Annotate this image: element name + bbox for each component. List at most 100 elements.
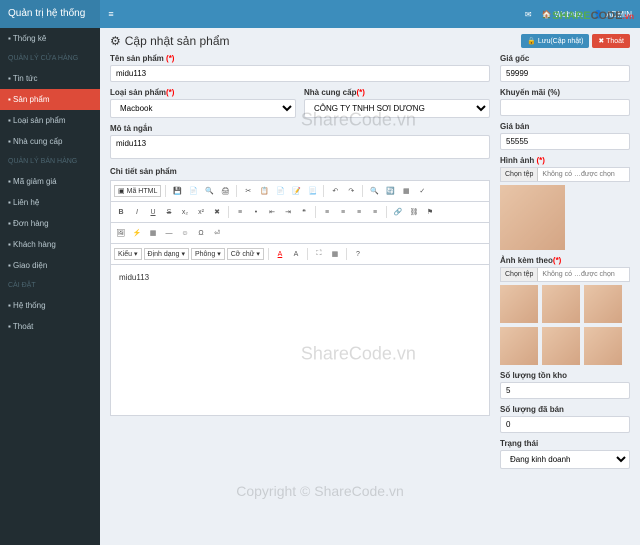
type-label: Loại sản phẩm(*) [110,88,296,97]
sidebar-item[interactable]: ▪ Thống kê [0,28,100,49]
save-button[interactable]: 🔒 Lưu(Cập nhật) [521,34,589,48]
sup-icon[interactable]: x² [194,205,208,219]
type-select[interactable]: Macbook [110,99,296,118]
sidebar-item[interactable]: ▪ Thoát [0,316,100,337]
editor-toolbar-4: Kiểu ▾ Định dạng ▾ Phông ▾ Cỡ chữ ▾ A A … [111,244,489,265]
align-left-icon[interactable]: ≡ [320,205,334,219]
new-icon[interactable]: 📄 [186,184,200,198]
paste-icon[interactable]: 📄 [273,184,287,198]
print-icon[interactable]: 🖨 [218,184,232,198]
source-button[interactable]: ▣ Mã HTML [114,185,161,197]
images-label: Ảnh kèm theo(*) [500,256,630,265]
supplier-select[interactable]: CÔNG TY TNHH SƠI DƯƠNG [304,99,490,118]
sidebar-item[interactable]: ▪ Giao diện [0,255,100,276]
website-link[interactable]: 🏠 Website [542,10,584,19]
mail-icon[interactable]: ✉ [525,10,532,19]
copy-icon[interactable]: 📋 [257,184,271,198]
textcolor-icon[interactable]: A [273,247,287,261]
image-label: Hình ảnh (*) [500,156,630,165]
align-justify-icon[interactable]: ≡ [368,205,382,219]
short-input[interactable]: midu113 [110,135,490,159]
break-icon[interactable]: ⏎ [210,226,224,240]
stock-label: Số lượng tồn kho [500,371,630,380]
redo-icon[interactable]: ↷ [344,184,358,198]
editor-toolbar-3: 🖼 ⚡ ▦ — ☺ Ω ⏎ [111,223,489,244]
status-label: Trạng thái [500,439,630,448]
anchor-icon[interactable]: ⚑ [423,205,437,219]
sidebar-item[interactable]: ▪ Tin tức [0,68,100,89]
file-text-main: Không có …được chọn [538,168,629,181]
status-select[interactable]: Đang kinh doanh [500,450,630,469]
italic-icon[interactable]: I [130,205,144,219]
file-text-extra: Không có …được chọn [538,268,629,281]
bgcolor-icon[interactable]: A [289,247,303,261]
cut-icon[interactable]: ✂ [241,184,255,198]
clear-icon[interactable]: ✖ [210,205,224,219]
ol-icon[interactable]: ≡ [233,205,247,219]
table-icon[interactable]: ▦ [146,226,160,240]
format-select[interactable]: Định dạng ▾ [144,248,189,260]
sold-label: Số lượng đã bán [500,405,630,414]
sidebar-item[interactable]: ▪ Sản phẩm [0,89,100,110]
underline-icon[interactable]: U [146,205,160,219]
detail-label: Chi tiết sản phẩm [110,167,490,176]
quote-icon[interactable]: ❝ [297,205,311,219]
indent-icon[interactable]: ⇥ [281,205,295,219]
outdent-icon[interactable]: ⇤ [265,205,279,219]
strike-icon[interactable]: S [162,205,176,219]
align-center-icon[interactable]: ≡ [336,205,350,219]
menu-toggle[interactable]: ≡ [100,9,122,19]
sidebar-header: CÀI ĐẶT [0,276,100,295]
blocks-icon[interactable]: ▦ [328,247,342,261]
sub-icon[interactable]: x₂ [178,205,192,219]
unlink-icon[interactable]: ⛓ [407,205,421,219]
thumb [584,285,622,323]
undo-icon[interactable]: ↶ [328,184,342,198]
editor-toolbar-1: ▣ Mã HTML 💾 📄 🔍 🖨 ✂ 📋 📄 📝 📃 ↶ [111,181,489,202]
editor-content[interactable]: midu113 [111,265,489,415]
sidebar-item[interactable]: ▪ Nhà cung cấp [0,131,100,152]
replace-icon[interactable]: 🔄 [383,184,397,198]
paste-text-icon[interactable]: 📝 [289,184,303,198]
find-icon[interactable]: 🔍 [367,184,381,198]
sidebar-item[interactable]: ▪ Đơn hàng [0,213,100,234]
image-icon[interactable]: 🖼 [114,226,128,240]
style-select[interactable]: Kiểu ▾ [114,248,142,260]
char-icon[interactable]: Ω [194,226,208,240]
sidebar-item[interactable]: ▪ Khách hàng [0,234,100,255]
price-orig-input[interactable] [500,65,630,82]
sidebar-item[interactable]: ▪ Hệ thống [0,295,100,316]
ul-icon[interactable]: • [249,205,263,219]
help-icon[interactable]: ? [351,247,365,261]
price-sale-input[interactable] [500,133,630,150]
sidebar-header: QUẢN LÝ BÁN HÀNG [0,152,100,171]
flash-icon[interactable]: ⚡ [130,226,144,240]
maximize-icon[interactable]: ⛶ [312,247,326,261]
paste-word-icon[interactable]: 📃 [305,184,319,198]
editor: ▣ Mã HTML 💾 📄 🔍 🖨 ✂ 📋 📄 📝 📃 ↶ [110,180,490,416]
sidebar-item[interactable]: ▪ Mã giảm giá [0,171,100,192]
save-icon[interactable]: 💾 [170,184,184,198]
exit-button[interactable]: ✖ Thoát [592,34,630,48]
select-all-icon[interactable]: ▦ [399,184,413,198]
hr-icon[interactable]: — [162,226,176,240]
name-input[interactable] [110,65,490,82]
align-right-icon[interactable]: ≡ [352,205,366,219]
sidebar-item[interactable]: ▪ Loại sản phẩm [0,110,100,131]
bold-icon[interactable]: B [114,205,128,219]
file-button-main[interactable]: Chọn tệp [501,168,538,181]
size-select[interactable]: Cỡ chữ ▾ [227,248,264,260]
admin-user[interactable]: 👤 ADMIN [593,10,632,19]
preview-icon[interactable]: 🔍 [202,184,216,198]
sidebar-item[interactable]: ▪ Liên hệ [0,192,100,213]
stock-input[interactable] [500,382,630,399]
thumb [584,327,622,365]
sold-input[interactable] [500,416,630,433]
promo-input[interactable] [500,99,630,116]
spell-icon[interactable]: ✓ [415,184,429,198]
smiley-icon[interactable]: ☺ [178,226,192,240]
link-icon[interactable]: 🔗 [391,205,405,219]
editor-toolbar-2: B I U S x₂ x² ✖ ≡ • ⇤ ⇥ ❝ ≡ [111,202,489,223]
font-select[interactable]: Phông ▾ [191,248,225,260]
file-button-extra[interactable]: Chọn tệp [501,268,538,281]
